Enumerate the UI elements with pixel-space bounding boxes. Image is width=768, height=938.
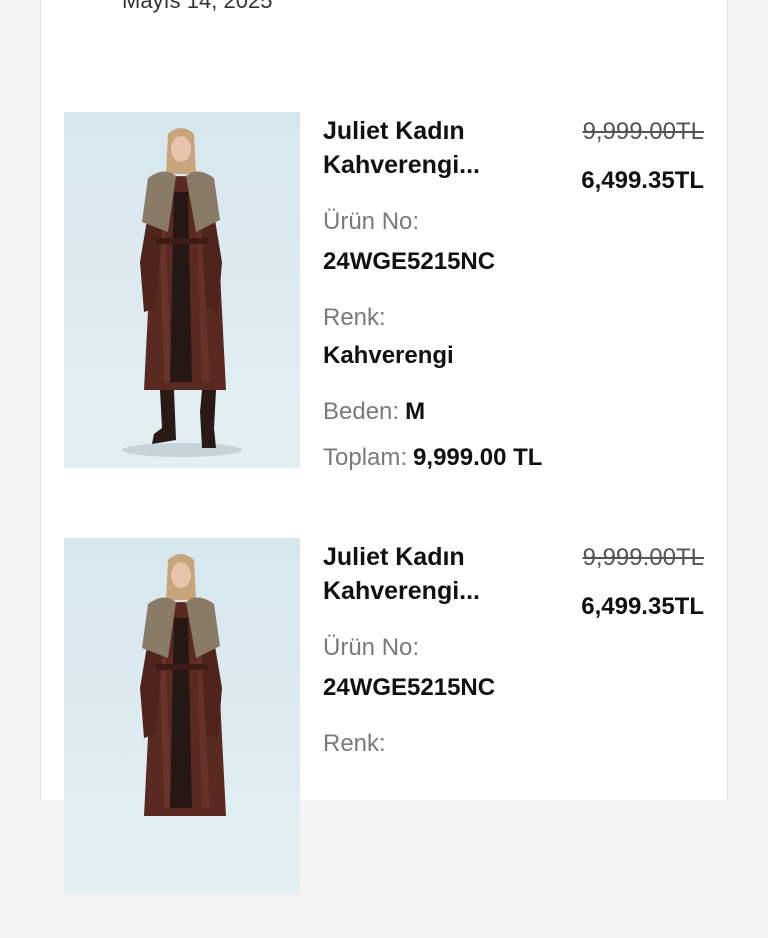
product-no-label: Ürün No: xyxy=(323,634,420,661)
color-label: Renk: xyxy=(323,304,386,331)
product-name[interactable]: Juliet Kadın Kahverengi... xyxy=(323,114,513,182)
discounted-price: 6,499.35TL xyxy=(581,593,704,620)
coat-photo xyxy=(64,112,300,468)
product-image[interactable] xyxy=(64,112,300,468)
total-row: Toplam: 9,999.00 TL xyxy=(323,444,542,472)
product-name-line1: Juliet Kadın xyxy=(323,117,465,145)
product-name-line1: Juliet Kadın xyxy=(323,543,465,571)
color-value: Kahverengi xyxy=(323,342,454,369)
product-name[interactable]: Juliet Kadın Kahverengi... xyxy=(323,540,513,608)
product-image[interactable] xyxy=(64,538,300,894)
product-no-value: 24WGE5215NC xyxy=(323,674,496,701)
order-date: Mayıs 14, 2025 xyxy=(122,0,273,13)
original-price: 9,999.00TL xyxy=(582,118,704,145)
product-name-line2: Kahverengi... xyxy=(323,577,480,605)
order-item: Juliet Kadın Kahverengi... 9,999.00TL 6,… xyxy=(0,112,768,512)
color-label: Renk: xyxy=(323,730,386,757)
total-label: Toplam: xyxy=(323,444,408,471)
product-name-line2: Kahverengi... xyxy=(323,151,480,179)
size-label: Beden: xyxy=(323,398,400,425)
size-row: Beden: M xyxy=(323,398,425,426)
product-no-label: Ürün No: xyxy=(323,208,420,235)
total-value: 9,999.00 TL xyxy=(413,444,543,471)
original-price: 9,999.00TL xyxy=(582,544,704,571)
coat-photo xyxy=(64,538,300,894)
product-no-value: 24WGE5215NC xyxy=(323,248,496,275)
order-item: Juliet Kadın Kahverengi... 9,999.00TL 6,… xyxy=(0,538,768,938)
discounted-price: 6,499.35TL xyxy=(581,167,704,194)
size-value: M xyxy=(405,398,426,425)
